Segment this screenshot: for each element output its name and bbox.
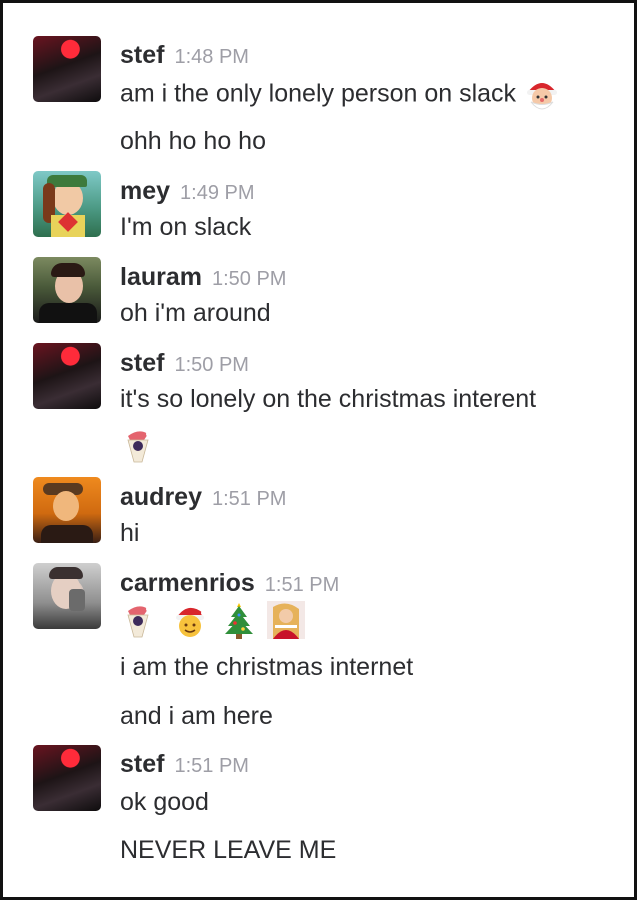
timestamp[interactable]: 1:51 PM xyxy=(212,488,286,510)
avatar[interactable] xyxy=(33,36,101,102)
username[interactable]: lauram xyxy=(120,263,202,291)
christmas-tree-icon xyxy=(220,601,258,639)
message-text: and i am here xyxy=(120,702,273,730)
santa-face-icon xyxy=(523,76,561,114)
timestamp[interactable]: 1:50 PM xyxy=(174,354,248,376)
emoji-row xyxy=(120,426,158,464)
message-header: stef 1:51 PM xyxy=(120,750,249,779)
username[interactable]: mey xyxy=(120,177,170,205)
timestamp[interactable]: 1:51 PM xyxy=(265,574,339,596)
message-header: mey 1:49 PM xyxy=(120,177,255,206)
username[interactable]: stef xyxy=(120,750,164,778)
message-header: audrey 1:51 PM xyxy=(120,483,286,512)
message-text: oh i'm around xyxy=(120,299,271,327)
mariah-carey-icon xyxy=(266,601,305,639)
avatar[interactable] xyxy=(33,257,101,323)
username[interactable]: audrey xyxy=(120,483,202,511)
username[interactable]: stef xyxy=(120,349,164,377)
message-header: carmenrios 1:51 PM xyxy=(120,569,339,598)
mrs-claus-icon xyxy=(120,601,158,639)
message-text: I'm on slack xyxy=(120,213,252,241)
username[interactable]: stef xyxy=(120,41,164,69)
message-header: stef 1:50 PM xyxy=(120,349,249,378)
message-text: i am the christmas internet xyxy=(120,653,414,681)
message-text: hi xyxy=(120,519,140,547)
avatar[interactable] xyxy=(33,745,101,811)
emoji-row xyxy=(120,601,305,639)
mrs-claus-icon xyxy=(120,426,158,464)
avatar[interactable] xyxy=(33,563,101,629)
message-header: lauram 1:50 PM xyxy=(120,263,286,292)
message-text: ok good xyxy=(120,788,209,816)
timestamp[interactable]: 1:48 PM xyxy=(174,46,248,68)
message-text: NEVER LEAVE ME xyxy=(120,836,337,864)
message-header: stef 1:48 PM xyxy=(120,41,249,70)
avatar[interactable] xyxy=(33,171,101,237)
avatar[interactable] xyxy=(33,343,101,409)
timestamp[interactable]: 1:49 PM xyxy=(180,182,254,204)
timestamp[interactable]: 1:50 PM xyxy=(212,268,286,290)
santa-hat-face-icon xyxy=(171,601,209,639)
message-text: it's so lonely on the christmas interent xyxy=(120,385,537,413)
message-text: ohh ho ho ho xyxy=(120,127,266,155)
timestamp[interactable]: 1:51 PM xyxy=(174,755,248,777)
avatar[interactable] xyxy=(33,477,101,543)
message-text: am i the only lonely person on slack xyxy=(120,76,561,114)
username[interactable]: carmenrios xyxy=(120,569,255,597)
chat-window: stef 1:48 PM am i the only lonely person … xyxy=(0,0,637,900)
